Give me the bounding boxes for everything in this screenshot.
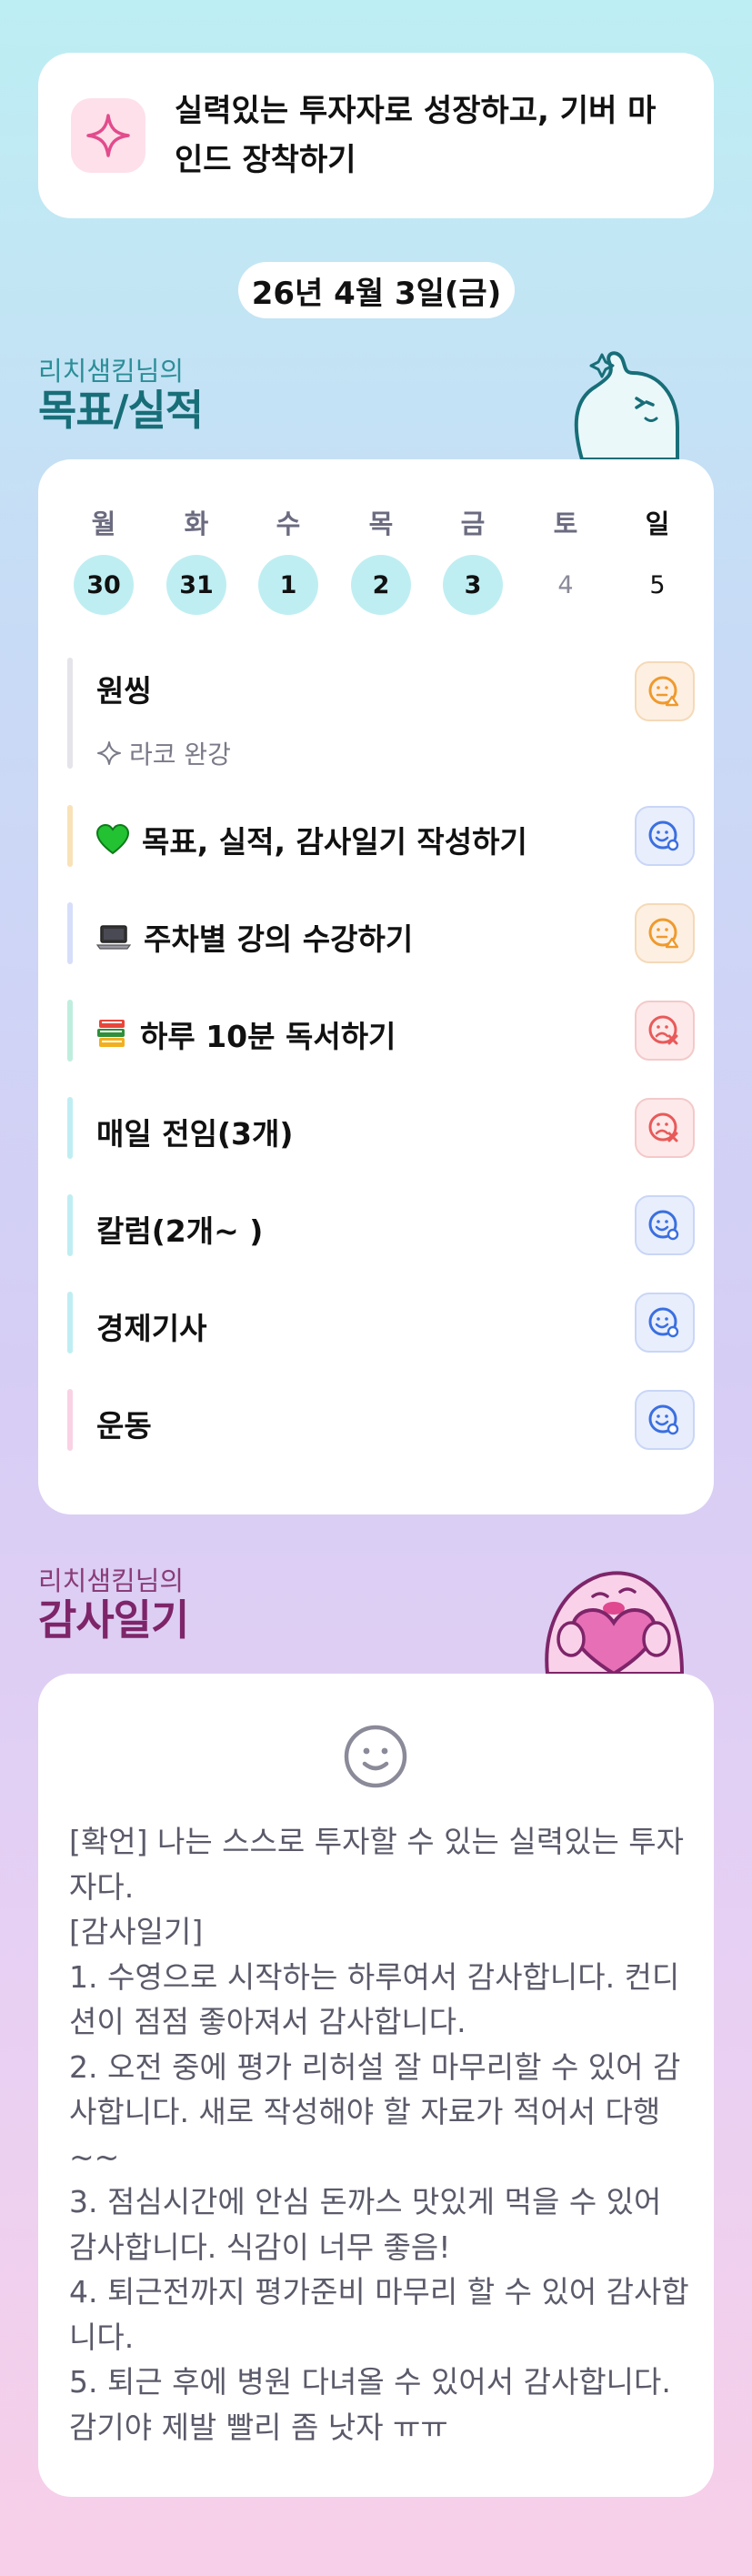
task-label-row: 주차별 강의 수강하기 (96, 915, 413, 959)
date-selector[interactable]: 26년 4월 3일(금) (238, 262, 515, 318)
done-face-icon[interactable] (635, 1293, 695, 1353)
task-color-bar (67, 1194, 73, 1256)
gratitude-diary-card[interactable]: [확언] 나는 스스로 투자할 수 있는 실력있는 투자자다. [감사일기] 1… (38, 1674, 714, 2497)
task-label: 하루 10분 독서하기 (140, 1019, 396, 1054)
date-button[interactable]: 1 (258, 555, 318, 615)
task-label: 경제기사 (96, 1311, 207, 1346)
weekday-label: 목 (368, 508, 394, 539)
date-button[interactable]: 4 (536, 555, 596, 615)
done-face-icon[interactable] (635, 806, 695, 866)
laptop-icon (96, 923, 131, 951)
task-color-bar (67, 658, 73, 769)
diary-text: [확언] 나는 스스로 투자할 수 있는 실력있는 투자자다. [감사일기] 1… (69, 1824, 689, 2445)
date-button[interactable]: 30 (74, 555, 134, 615)
task-item-column[interactable]: 칼럼(2개~ ) (67, 1194, 695, 1256)
task-label: 칼럼(2개~ ) (96, 1213, 264, 1249)
failed-face-icon[interactable] (635, 1098, 695, 1158)
task-label-row: 목표, 실적, 감사일기 작성하기 (96, 818, 527, 861)
task-label: 원씽 (96, 673, 152, 709)
date-button[interactable]: 5 (627, 555, 687, 615)
mascot-waving-icon (546, 337, 682, 463)
weekly-goals-card: 월 화 수 목 금 토 일 30 31 1 2 3 4 5 원씽 라코 완강 목… (38, 459, 714, 1514)
task-color-bar (67, 1389, 73, 1451)
task-label: 목표, 실적, 감사일기 작성하기 (142, 824, 527, 860)
done-face-icon[interactable] (635, 1390, 695, 1450)
green-heart-icon (96, 824, 129, 855)
weekday-label: 토 (553, 508, 578, 539)
books-icon (96, 1018, 127, 1051)
task-color-bar (67, 805, 73, 867)
task-color-bar (67, 1097, 73, 1159)
date-button[interactable]: 2 (351, 555, 411, 615)
task-item-exercise[interactable]: 운동 (67, 1389, 695, 1451)
task-color-bar (67, 1292, 73, 1353)
weekday-label: 월 (91, 508, 116, 539)
date-button[interactable]: 31 (166, 555, 226, 615)
weekday-header: 월 화 수 목 금 토 일 (38, 503, 714, 539)
task-color-bar (67, 1000, 73, 1062)
weekday-label: 일 (645, 508, 670, 539)
done-face-icon[interactable] (635, 1195, 695, 1255)
weekday-label: 금 (460, 508, 486, 539)
sparkle-outline-icon (97, 741, 121, 765)
task-item-one-thing[interactable]: 원씽 라코 완강 (67, 658, 695, 771)
goal-card[interactable]: 실력있는 투자자로 성장하고, 기버 마인드 장착하기 (38, 53, 714, 218)
mascot-heart-icon (536, 1555, 691, 1677)
task-item-reading[interactable]: 하루 10분 독서하기 (67, 1000, 695, 1062)
task-item-write-diary[interactable]: 목표, 실적, 감사일기 작성하기 (67, 805, 695, 867)
goal-text: 실력있는 투자자로 성장하고, 기버 마인드 장착하기 (175, 93, 657, 178)
task-label: 매일 전임(3개) (96, 1116, 294, 1152)
weekday-label: 수 (276, 508, 301, 539)
subtask-item[interactable]: 라코 완강 (96, 735, 231, 771)
task-color-bar (67, 902, 73, 964)
task-label: 운동 (96, 1408, 152, 1444)
partial-face-icon[interactable] (635, 903, 695, 963)
subtask-label: 라코 완강 (129, 740, 231, 770)
task-item-news[interactable]: 경제기사 (67, 1292, 695, 1353)
sparkle-icon (71, 98, 145, 173)
task-item-lecture[interactable]: 주차별 강의 수강하기 (67, 902, 695, 964)
goals-title: 목표/실적 (38, 386, 204, 435)
task-item-daily[interactable]: 매일 전임(3개) (67, 1097, 695, 1159)
task-label: 주차별 강의 수강하기 (144, 921, 414, 957)
gratitude-title: 감사일기 (38, 1595, 189, 1645)
task-label-row: 하루 10분 독서하기 (96, 1012, 396, 1056)
smiley-icon[interactable] (343, 1724, 408, 1793)
failed-face-icon[interactable] (635, 1001, 695, 1061)
partial-face-icon[interactable] (635, 661, 695, 721)
date-button-selected[interactable]: 3 (443, 555, 503, 615)
weekday-label: 화 (184, 508, 209, 539)
